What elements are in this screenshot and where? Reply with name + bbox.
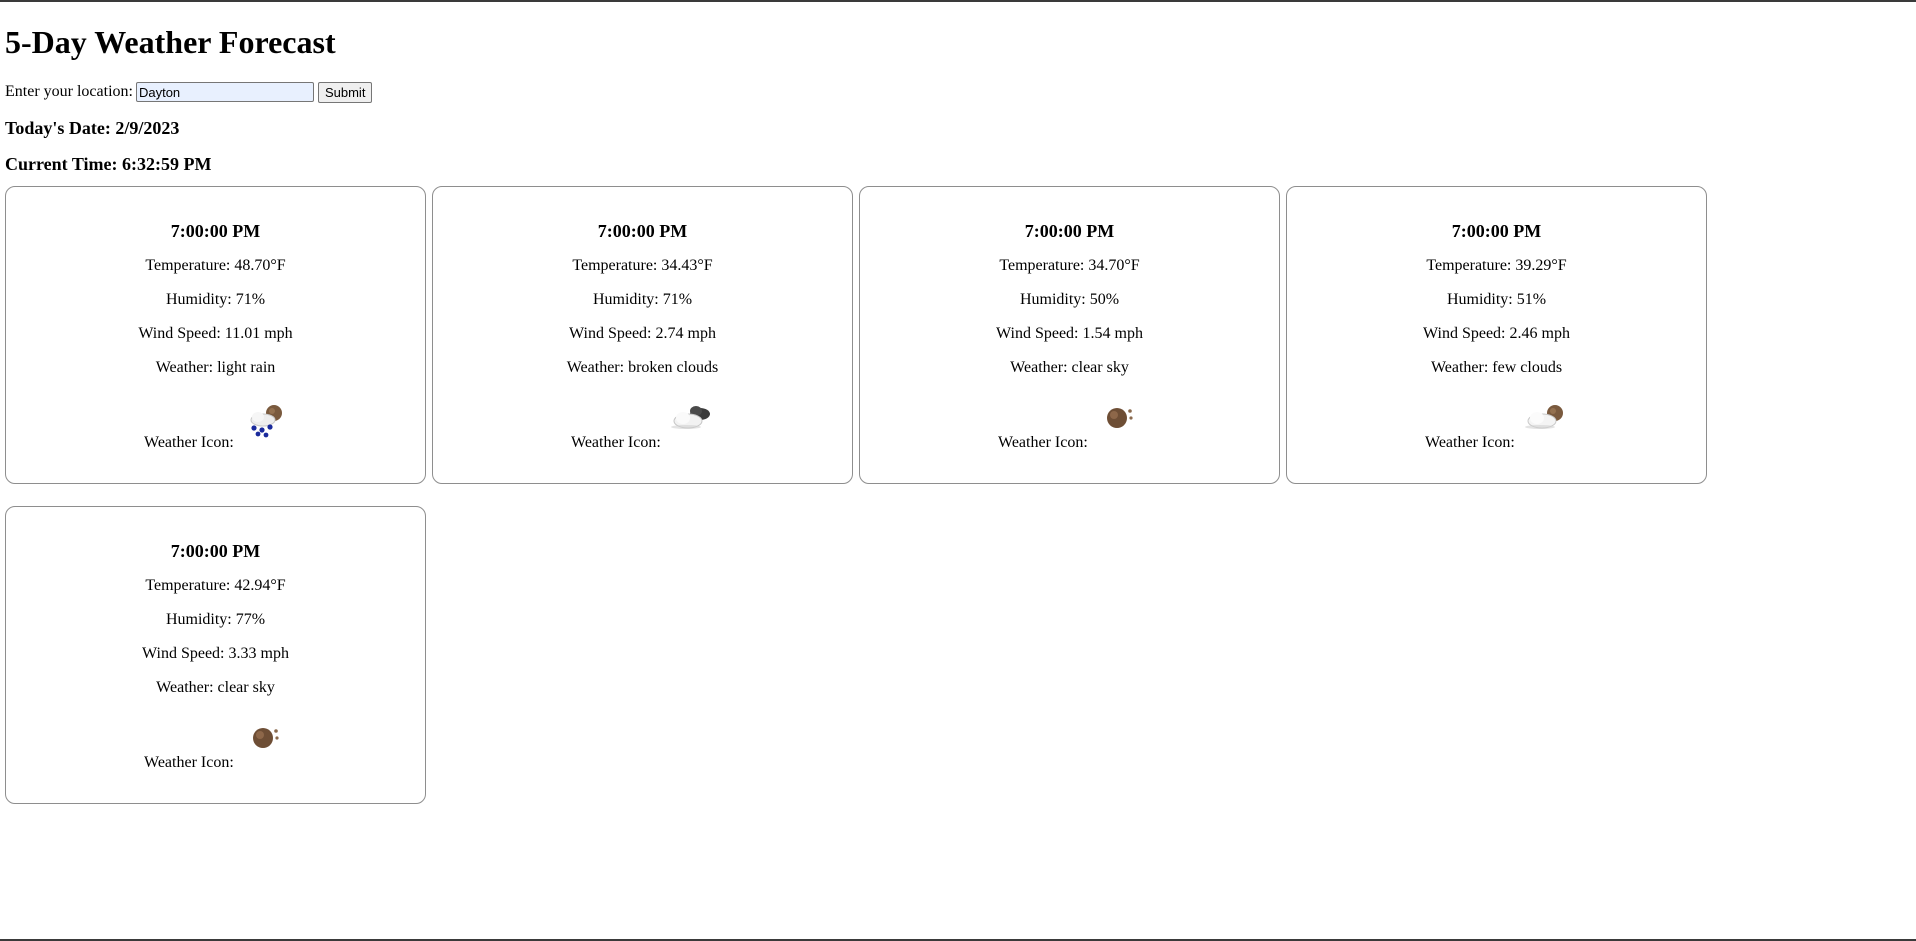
forecast-weather: Weather: clear sky	[1010, 359, 1129, 376]
few-clouds-night-icon	[1525, 405, 1563, 429]
page-title: 5-Day Weather Forecast	[5, 24, 336, 60]
forecast-temperature: Temperature: 48.70°F	[145, 257, 286, 274]
forecast-wind-speed: Wind Speed: 3.33 mph	[142, 645, 289, 662]
top-border	[0, 0, 1916, 2]
forecast-time: 7:00:00 PM	[170, 541, 261, 561]
weather-icon-label: Weather Icon:	[1425, 434, 1515, 451]
forecast-card: 7:00:00 PM Temperature: 34.70°F Humidity…	[859, 186, 1280, 484]
forecast-temperature: Temperature: 34.43°F	[572, 257, 713, 274]
todays-date: Today's Date: 2/9/2023	[5, 118, 180, 138]
forecast-time: 7:00:00 PM	[170, 221, 261, 241]
forecast-weather: Weather: clear sky	[156, 679, 275, 696]
forecast-humidity: Humidity: 50%	[1019, 291, 1120, 308]
current-time: Current Time: 6:32:59 PM	[5, 154, 212, 174]
forecast-card: 7:00:00 PM Temperature: 42.94°F Humidity…	[5, 506, 426, 804]
forecast-time: 7:00:00 PM	[597, 221, 688, 241]
weather-icon-label: Weather Icon:	[998, 434, 1088, 451]
forecast-wind-speed: Wind Speed: 2.74 mph	[569, 325, 716, 342]
forecast-weather: Weather: broken clouds	[566, 359, 719, 376]
clear-sky-night-icon	[253, 728, 279, 748]
forecast-temperature: Temperature: 34.70°F	[999, 257, 1140, 274]
forecast-weather: Weather: few clouds	[1430, 359, 1563, 376]
forecast-time: 7:00:00 PM	[1451, 221, 1542, 241]
weather-icon-row: Weather Icon:	[6, 400, 425, 460]
forecast-card: 7:00:00 PM Temperature: 34.43°F Humidity…	[432, 186, 853, 484]
weather-icon-label: Weather Icon:	[144, 434, 234, 451]
forecast-humidity: Humidity: 51%	[1446, 291, 1547, 308]
location-input[interactable]	[135, 82, 314, 102]
forecast-humidity: Humidity: 77%	[165, 611, 266, 628]
forecast-wind-speed: Wind Speed: 2.46 mph	[1423, 325, 1570, 342]
forecast-weather: Weather: light rain	[155, 359, 276, 376]
weather-icon-row: Weather Icon:	[433, 400, 852, 460]
forecast-time: 7:00:00 PM	[1024, 221, 1115, 241]
forecast-card: 7:00:00 PM Temperature: 48.70°F Humidity…	[5, 186, 426, 484]
forecast-temperature: Temperature: 39.29°F	[1426, 257, 1567, 274]
weather-icon-row: Weather Icon:	[860, 400, 1279, 460]
weather-icon-row: Weather Icon:	[1287, 400, 1706, 460]
weather-icon-label: Weather Icon:	[571, 434, 661, 451]
weather-icon-row: Weather Icon:	[6, 720, 425, 780]
forecast-wind-speed: Wind Speed: 11.01 mph	[138, 325, 293, 342]
forecast-card: 7:00:00 PM Temperature: 39.29°F Humidity…	[1286, 186, 1707, 484]
location-form: Enter your location: Submit	[5, 81, 373, 103]
clear-sky-night-icon	[1107, 408, 1133, 428]
weather-icon-label: Weather Icon:	[144, 754, 234, 771]
location-label: Enter your location:	[5, 83, 133, 100]
forecast-temperature: Temperature: 42.94°F	[145, 577, 286, 594]
submit-button[interactable]: Submit	[317, 81, 373, 103]
light-rain-night-icon	[250, 405, 282, 438]
forecast-humidity: Humidity: 71%	[592, 291, 693, 308]
forecast-humidity: Humidity: 71%	[165, 291, 266, 308]
forecast-wind-speed: Wind Speed: 1.54 mph	[996, 325, 1143, 342]
broken-clouds-icon	[671, 406, 710, 429]
